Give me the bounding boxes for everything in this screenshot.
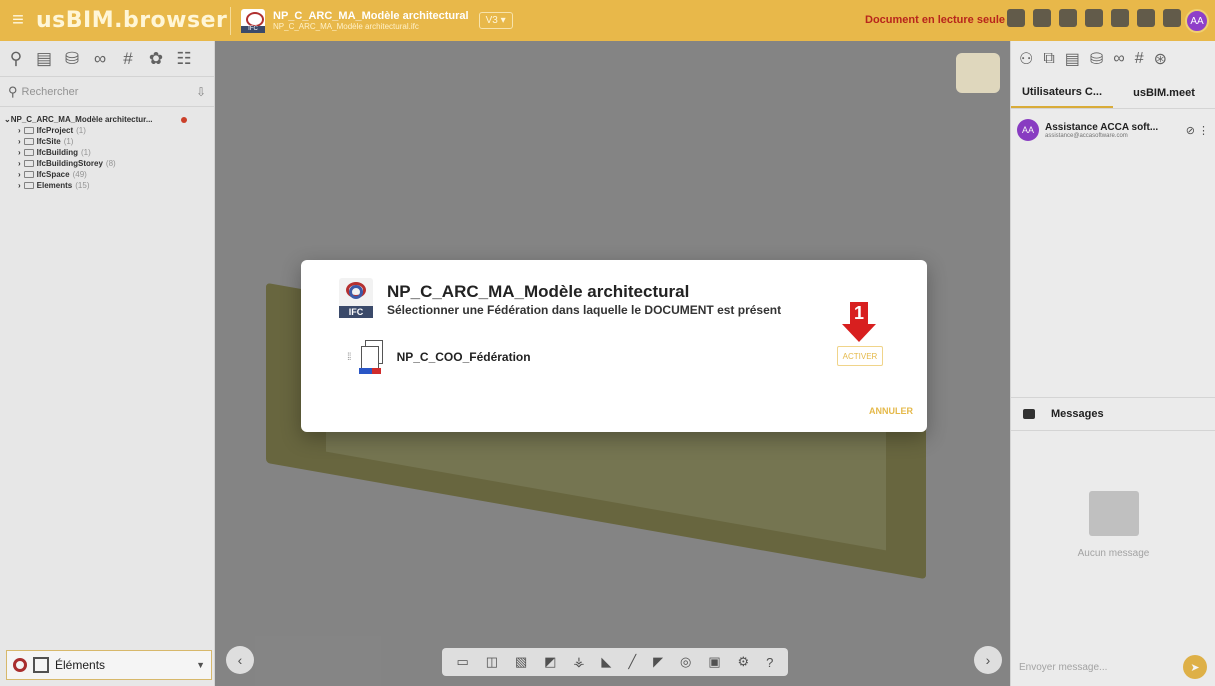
document-titles: NP_C_ARC_MA_Modèle architectural NP_C_AR… xyxy=(273,10,469,31)
document-title: NP_C_ARC_MA_Modèle architectural xyxy=(273,10,469,22)
compare-icon[interactable] xyxy=(1033,9,1051,27)
divider xyxy=(230,6,231,35)
federation-bar xyxy=(358,368,381,374)
cancel-button[interactable]: ANNULER xyxy=(869,406,913,416)
version-select[interactable]: V3 ▾ xyxy=(478,12,513,29)
federation-row[interactable]: ⁞⁞ NP_C_COO_Fédération xyxy=(347,340,531,374)
ifc-ring-blue xyxy=(349,285,363,299)
federation-name: NP_C_COO_Fédération xyxy=(396,350,531,364)
user-avatar[interactable]: AA xyxy=(1185,9,1209,33)
menu-icon[interactable]: ≡ xyxy=(0,0,36,41)
bell-icon[interactable] xyxy=(1137,9,1155,27)
dialog-title: NP_C_ARC_MA_Modèle architectural xyxy=(387,282,690,301)
top-icon-group xyxy=(1007,9,1181,27)
activate-button[interactable]: ACTIVER xyxy=(837,346,883,366)
ifc-badge: IFC xyxy=(339,306,373,318)
readonly-label: Document en lecture seule xyxy=(865,14,1005,26)
database-icon[interactable] xyxy=(1085,9,1103,27)
doc-page-front xyxy=(360,346,379,370)
top-bar: ≡ usBIM.browser NP_C_ARC_MA_Modèle archi… xyxy=(0,0,1215,41)
drag-handle-icon[interactable]: ⁞⁞ xyxy=(347,352,351,363)
federation-dialog: IFC NP_C_ARC_MA_Modèle architectural Sél… xyxy=(301,260,927,432)
federation-icon xyxy=(358,340,389,374)
step-number: 1 xyxy=(850,302,868,324)
app-logo: usBIM.browser xyxy=(36,8,228,33)
ifc-file-icon: IFC xyxy=(339,278,373,318)
document-filename: NP_C_ARC_MA_Modèle architectural.ifc xyxy=(273,22,419,31)
ifc-document-icon xyxy=(241,8,265,33)
globe-icon[interactable] xyxy=(1059,9,1077,27)
step-marker: 1 xyxy=(842,302,876,344)
dialog-subtitle: Sélectionner une Fédération dans laquell… xyxy=(387,303,782,317)
brush-icon[interactable] xyxy=(1007,9,1025,27)
chart-icon[interactable] xyxy=(1111,9,1129,27)
fullscreen-icon[interactable] xyxy=(1163,9,1181,27)
arrow-down-icon xyxy=(842,324,876,342)
